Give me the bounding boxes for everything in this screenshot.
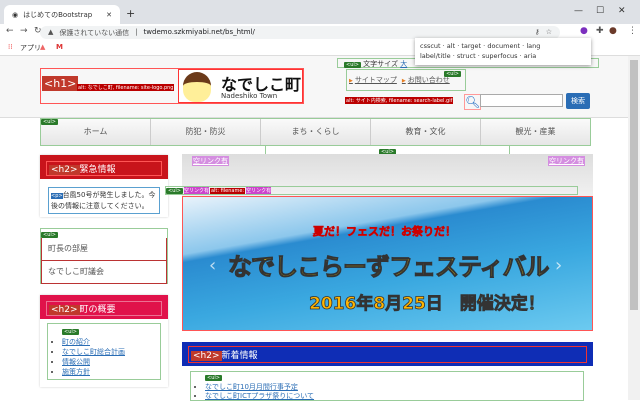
ext-target[interactable]: target bbox=[461, 42, 481, 50]
emergency-alert: <p>台風50号が発生しました。今後の情報に注意してください。 bbox=[48, 187, 160, 214]
news-heading: <h2> 新着情報 bbox=[182, 342, 593, 366]
puzzle-icon[interactable]: ✚ bbox=[596, 26, 604, 36]
warning-icon: ▲ bbox=[48, 28, 54, 36]
mascot-face bbox=[183, 72, 211, 102]
emergency-panel: <h2> 緊急情報 <p>台風50号が発生しました。今後の情報に注意してください。 bbox=[40, 155, 168, 217]
nav-tourism[interactable]: 観光・産業 bbox=[481, 119, 590, 145]
star-icon[interactable]: ☆ bbox=[546, 28, 552, 37]
chevron-right-icon[interactable]: › bbox=[555, 255, 562, 276]
ext-alt[interactable]: alt bbox=[447, 42, 455, 50]
indicator-link[interactable]: 空リンク有 bbox=[183, 187, 209, 194]
overview-link[interactable]: 町の紹介 bbox=[62, 338, 90, 346]
ext-document[interactable]: document bbox=[487, 42, 520, 50]
search-input[interactable] bbox=[480, 94, 563, 107]
gmail-icon[interactable]: M bbox=[56, 43, 63, 51]
ext-csscut[interactable]: csscut bbox=[420, 42, 441, 50]
council-link[interactable]: なでしこ町議会 bbox=[41, 261, 167, 284]
menu-icon[interactable]: ⋮ bbox=[628, 26, 637, 36]
global-nav: <ul> ホーム 防犯・防災 まち・くらし 教育・文化 観光・産業 bbox=[40, 118, 591, 146]
bookmark-apps[interactable]: アプリ bbox=[20, 43, 41, 53]
globe-icon: ◉ bbox=[12, 10, 19, 19]
extension-popup: csscut · alt · target · document · lang … bbox=[415, 38, 591, 65]
overview-link[interactable]: 情報公開 bbox=[62, 358, 90, 366]
ext-aria[interactable]: aria bbox=[524, 52, 536, 60]
back-icon[interactable]: ← bbox=[6, 26, 14, 36]
search-button[interactable]: 検索 bbox=[566, 93, 590, 109]
scrollbar-thumb[interactable] bbox=[630, 60, 638, 310]
h1-tag: <h1> bbox=[42, 76, 79, 91]
key-icon[interactable]: ⚷ bbox=[535, 28, 540, 37]
overview-heading: <h2> 町の概要 bbox=[40, 295, 168, 319]
news-list: <ul> なでしこ町10月月間行事予定 なでしこ町ICTプラザ祭りについて bbox=[190, 371, 584, 401]
close-tab-icon[interactable]: ✕ bbox=[106, 11, 112, 19]
tab-bar: ◉ はじめてのBootstrap ✕ + — ☐ ✕ bbox=[0, 0, 640, 24]
overview-list: <ul> 町の紹介 なでしこ町総合計画 情報公開 施策方針 bbox=[47, 323, 161, 380]
new-tab-button[interactable]: + bbox=[126, 7, 135, 20]
ext-superfocus[interactable]: superfocus bbox=[482, 52, 518, 60]
emergency-heading: <h2> 緊急情報 bbox=[40, 155, 168, 179]
mayor-room-link[interactable]: 町長の部屋 bbox=[41, 238, 167, 261]
contact-link[interactable]: お問い合わせ bbox=[402, 76, 450, 84]
chevron-left-icon[interactable]: ‹ bbox=[209, 255, 216, 276]
ext-struct[interactable]: struct bbox=[457, 52, 476, 60]
overview-panel: <h2>町の概要 <ul> 町の紹介 なでしこ町総合計画 情報公開 施策方針 bbox=[40, 295, 168, 387]
news-link[interactable]: なでしこ町ICTプラザ祭りについて bbox=[205, 392, 314, 400]
search-alt-label: alt: サイト内検索, filename: search-label.gif bbox=[345, 97, 454, 104]
logo-image: なでしこ町 Nadeshiko Town bbox=[178, 69, 303, 103]
close-window-button[interactable]: ✕ bbox=[618, 6, 626, 16]
sitemap-link[interactable]: サイトマップ bbox=[349, 76, 397, 84]
ext-label-title[interactable]: label/title bbox=[420, 52, 451, 60]
overview-link[interactable]: なでしこ町総合計画 bbox=[62, 348, 125, 356]
festival-banner[interactable]: 夏だ！フェスだ！お祭りだ！ なでしこらーずフェスティバル 2016年8月25日 … bbox=[182, 196, 593, 331]
web-page: <h1> alt: なでしこ町, filename: site-logo.png… bbox=[0, 56, 628, 401]
logo-alt-label: alt: なでしこ町, filename: site-logo.png bbox=[77, 84, 175, 91]
drive-icon[interactable]: ▲ bbox=[40, 43, 45, 51]
ext-lang[interactable]: lang bbox=[526, 42, 540, 50]
news-link[interactable]: なでしこ町10月月間行事予定 bbox=[205, 383, 298, 391]
text-size-large[interactable]: 大 bbox=[400, 60, 407, 68]
maximize-button[interactable]: ☐ bbox=[596, 6, 604, 16]
forward-icon[interactable]: → bbox=[20, 26, 28, 36]
nav-safety[interactable]: 防犯・防災 bbox=[151, 119, 261, 145]
side-menu: <ul> 町長の部屋 なでしこ町議会 bbox=[40, 228, 168, 284]
carousel-prev-link[interactable]: 空リンク有 bbox=[192, 156, 229, 166]
carousel-indicators: <ul> 空リンク有 alt: filename: 空リンク有 bbox=[165, 186, 578, 195]
nav-education[interactable]: 教育・文化 bbox=[371, 119, 481, 145]
header-links: サイトマップお問い合わせ <ul> bbox=[346, 69, 466, 91]
site-header: <h1> alt: なでしこ町, filename: site-logo.png… bbox=[0, 56, 628, 118]
apps-icon[interactable]: ⁞⁞ bbox=[8, 43, 12, 51]
minimize-button[interactable]: — bbox=[574, 6, 583, 16]
extension-icon[interactable]: ● bbox=[580, 26, 588, 36]
browser-tab[interactable]: ◉ はじめてのBootstrap ✕ bbox=[4, 5, 120, 24]
carousel-next-link[interactable]: 空リンク有 bbox=[548, 156, 585, 166]
overview-link[interactable]: 施策方針 bbox=[62, 368, 90, 376]
search-icon: 🔍︎ bbox=[464, 94, 482, 110]
nav-living[interactable]: まち・くらし bbox=[261, 119, 371, 145]
avatar[interactable]: ● bbox=[609, 26, 617, 36]
indicator-link[interactable]: 空リンク有 bbox=[246, 187, 272, 194]
site-logo[interactable]: <h1> alt: なでしこ町, filename: site-logo.png… bbox=[40, 68, 304, 104]
